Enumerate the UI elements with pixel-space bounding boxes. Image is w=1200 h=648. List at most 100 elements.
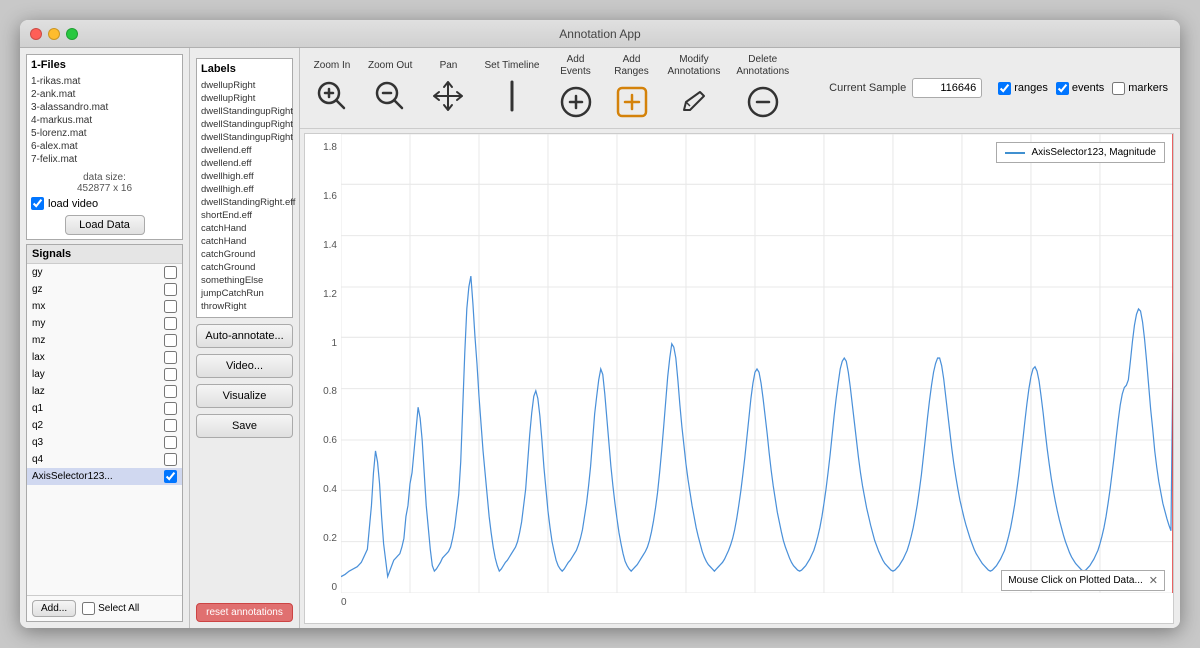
files-title: 1-Files <box>31 59 178 71</box>
list-item: dwellupRight <box>201 92 288 105</box>
list-item: dwellhigh.eff <box>201 183 288 196</box>
signal-checkbox-lax[interactable] <box>164 351 177 364</box>
zoom-in-tool[interactable]: Zoom In <box>312 60 352 116</box>
zoom-out-tool[interactable]: Zoom Out <box>368 60 412 116</box>
list-item: my <box>27 315 182 332</box>
add-events-tool[interactable]: AddEvents <box>556 54 596 122</box>
signal-checkbox-my[interactable] <box>164 317 177 330</box>
set-timeline-icon[interactable] <box>492 76 532 116</box>
list-item[interactable]: 2-ank.mat <box>31 88 178 101</box>
list-item: dwellStandingRight.eff <box>201 196 288 209</box>
signal-checkbox-gy[interactable] <box>164 266 177 279</box>
add-ranges-tool[interactable]: AddRanges <box>612 54 652 122</box>
signal-checkbox-mx[interactable] <box>164 300 177 313</box>
signal-list: gy gz mx my mz lax lay laz q1 q2 q3 q4 A… <box>27 264 182 595</box>
delete-annotations-tool[interactable]: DeleteAnnotations <box>736 54 789 122</box>
load-data-button[interactable]: Load Data <box>65 215 145 235</box>
events-checkbox[interactable] <box>1056 82 1069 95</box>
middle-panel: Labels dwellupRight dwellupRight dwellSt… <box>190 48 300 628</box>
chart-plot <box>341 134 1173 593</box>
signal-checkbox-q1[interactable] <box>164 402 177 415</box>
labels-box: Labels dwellupRight dwellupRight dwellSt… <box>196 58 293 318</box>
legend-line <box>1005 152 1025 154</box>
delete-annotations-icon[interactable] <box>743 82 783 122</box>
minimize-button[interactable] <box>48 28 60 40</box>
signal-checkbox-laz[interactable] <box>164 385 177 398</box>
signal-checkbox-axis[interactable] <box>164 470 177 483</box>
list-item[interactable]: 3-alassandro.mat <box>31 101 178 114</box>
markers-checkbox[interactable] <box>1112 82 1125 95</box>
zoom-in-icon[interactable] <box>312 76 352 116</box>
data-size: data size: 452877 x 16 <box>31 172 178 194</box>
chart-svg <box>341 134 1173 593</box>
modify-annotations-label: ModifyAnnotations <box>668 54 721 78</box>
toolbar: Zoom In Zoom Out <box>300 48 1180 129</box>
auto-annotate-button[interactable]: Auto-annotate... <box>196 324 293 348</box>
window-controls <box>30 28 78 40</box>
ranges-checkbox-label[interactable]: ranges <box>998 82 1048 95</box>
signals-title: Signals <box>27 245 182 264</box>
list-item[interactable]: 1-rikas.mat <box>31 75 178 88</box>
files-box: 1-Files 1-rikas.mat 2-ank.mat 3-alassand… <box>26 54 183 240</box>
left-panel: 1-Files 1-rikas.mat 2-ank.mat 3-alassand… <box>20 48 190 628</box>
close-button[interactable] <box>30 28 42 40</box>
signal-checkbox-lay[interactable] <box>164 368 177 381</box>
zoom-out-icon[interactable] <box>370 76 410 116</box>
list-item: shortEnd.eff <box>201 209 288 222</box>
app-window: Annotation App 1-Files 1-rikas.mat 2-ank… <box>20 20 1180 628</box>
add-signal-button[interactable]: Add... <box>32 600 76 617</box>
signals-section: Signals gy gz mx my mz lax lay laz q1 q2… <box>26 244 183 622</box>
load-video-row: load video <box>31 197 178 210</box>
add-ranges-icon[interactable] <box>612 82 652 122</box>
status-close-icon[interactable]: ✕ <box>1149 574 1158 587</box>
signal-checkbox-q3[interactable] <box>164 436 177 449</box>
list-item: q4 <box>27 451 182 468</box>
list-item[interactable]: 5-lorenz.mat <box>31 127 178 140</box>
list-item: mz <box>27 332 182 349</box>
save-button[interactable]: Save <box>196 414 293 438</box>
list-item: catchGround <box>201 248 288 261</box>
list-item[interactable]: 7-felix.mat <box>31 153 178 166</box>
chart-area[interactable]: 1.8 1.6 1.4 1.2 1 0.8 0.6 0.4 0.2 0 <box>304 133 1174 624</box>
legend-label: AxisSelector123, Magnitude <box>1031 147 1156 158</box>
visualize-button[interactable]: Visualize <box>196 384 293 408</box>
signal-checkbox-mz[interactable] <box>164 334 177 347</box>
ranges-checkbox[interactable] <box>998 82 1011 95</box>
signal-checkbox-q4[interactable] <box>164 453 177 466</box>
load-video-label: load video <box>48 198 98 210</box>
signal-checkbox-gz[interactable] <box>164 283 177 296</box>
markers-checkbox-label[interactable]: markers <box>1112 82 1168 95</box>
modify-annotations-tool[interactable]: ModifyAnnotations <box>668 54 721 122</box>
select-all-label[interactable]: Select All <box>82 602 139 615</box>
list-item: gz <box>27 281 182 298</box>
labels-title: Labels <box>201 63 288 75</box>
signal-checkbox-q2[interactable] <box>164 419 177 432</box>
list-item: throwRight <box>201 300 288 313</box>
list-item: mx <box>27 298 182 315</box>
list-item: lay <box>27 366 182 383</box>
list-item: dwellStandingupRight <box>201 118 288 131</box>
list-item: laz <box>27 383 182 400</box>
current-sample-input[interactable]: 116646 <box>912 78 982 98</box>
pan-icon[interactable] <box>428 76 468 116</box>
list-item: q1 <box>27 400 182 417</box>
pan-tool[interactable]: Pan <box>428 60 468 116</box>
list-item: catchHand <box>201 235 288 248</box>
events-checkbox-label[interactable]: events <box>1056 82 1104 95</box>
list-item: somethingElse <box>201 274 288 287</box>
reset-annotations-button[interactable]: reset annotations <box>196 603 293 622</box>
list-item[interactable]: 6-alex.mat <box>31 140 178 153</box>
list-item[interactable]: 4-markus.mat <box>31 114 178 127</box>
list-item: catchGround <box>201 261 288 274</box>
set-timeline-tool[interactable]: Set Timeline <box>484 60 539 116</box>
add-events-label: AddEvents <box>560 54 591 78</box>
load-video-checkbox[interactable] <box>31 197 44 210</box>
add-ranges-label: AddRanges <box>614 54 648 78</box>
select-all-checkbox[interactable] <box>82 602 95 615</box>
add-events-icon[interactable] <box>556 82 596 122</box>
maximize-button[interactable] <box>66 28 78 40</box>
modify-annotations-icon[interactable] <box>674 82 714 122</box>
video-button[interactable]: Video... <box>196 354 293 378</box>
current-sample-group: Current Sample 116646 ranges events <box>829 78 1168 98</box>
list-item: AxisSelector123... <box>27 468 182 485</box>
